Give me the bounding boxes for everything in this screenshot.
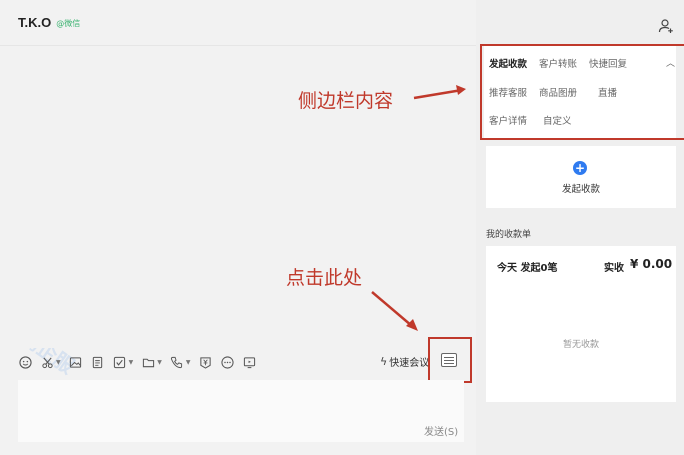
today-summary: 今天 发起0笔: [497, 263, 558, 274]
sidebar-annotation: 侧边栏内容: [298, 90, 394, 112]
click-annotation: 点击此处: [286, 267, 363, 289]
screen-share-icon[interactable]: [243, 355, 257, 369]
orders-title: 我的收款单: [486, 230, 532, 240]
quick-meeting-button[interactable]: ϟ 快速会议: [380, 354, 429, 369]
arrow-icon: [413, 85, 466, 100]
document-icon[interactable]: [91, 355, 105, 369]
chat-header: T.K.O @微信: [0, 0, 476, 46]
plus-circle-icon[interactable]: +: [573, 161, 587, 175]
chevron-down-icon[interactable]: ▼: [157, 359, 162, 366]
annotation-highlight-box: [480, 44, 684, 140]
emoji-icon[interactable]: [18, 355, 32, 369]
message-input[interactable]: [18, 380, 464, 442]
add-contact-icon[interactable]: [658, 18, 674, 34]
scissors-icon[interactable]: [40, 355, 54, 369]
phone-icon[interactable]: [170, 355, 184, 369]
initiate-payment-label[interactable]: 发起收款: [562, 181, 600, 195]
initiate-payment-card[interactable]: [486, 146, 676, 208]
chevron-down-icon[interactable]: ▼: [186, 359, 191, 366]
arrow-icon: [371, 291, 418, 331]
folder-icon[interactable]: [141, 355, 155, 369]
received-label: 实收: [604, 263, 624, 274]
chevron-down-icon[interactable]: ▼: [129, 359, 134, 366]
chevron-down-icon[interactable]: ▼: [56, 359, 61, 366]
checkbox-icon[interactable]: [113, 355, 127, 369]
empty-state: 暂无收款: [563, 340, 600, 350]
annotation-highlight-box: [428, 337, 472, 383]
contact-tag: @微信: [56, 19, 81, 28]
lightning-icon: ϟ: [380, 355, 388, 368]
quick-meeting-label: 快速会议: [389, 358, 430, 369]
contact-name[interactable]: T.K.O: [18, 15, 51, 30]
received-amount: ¥ 0.00: [630, 257, 673, 271]
image-icon[interactable]: [69, 355, 83, 369]
more-icon[interactable]: [221, 355, 235, 369]
send-button[interactable]: 发送(S): [424, 423, 458, 438]
payment-icon[interactable]: [199, 355, 213, 369]
